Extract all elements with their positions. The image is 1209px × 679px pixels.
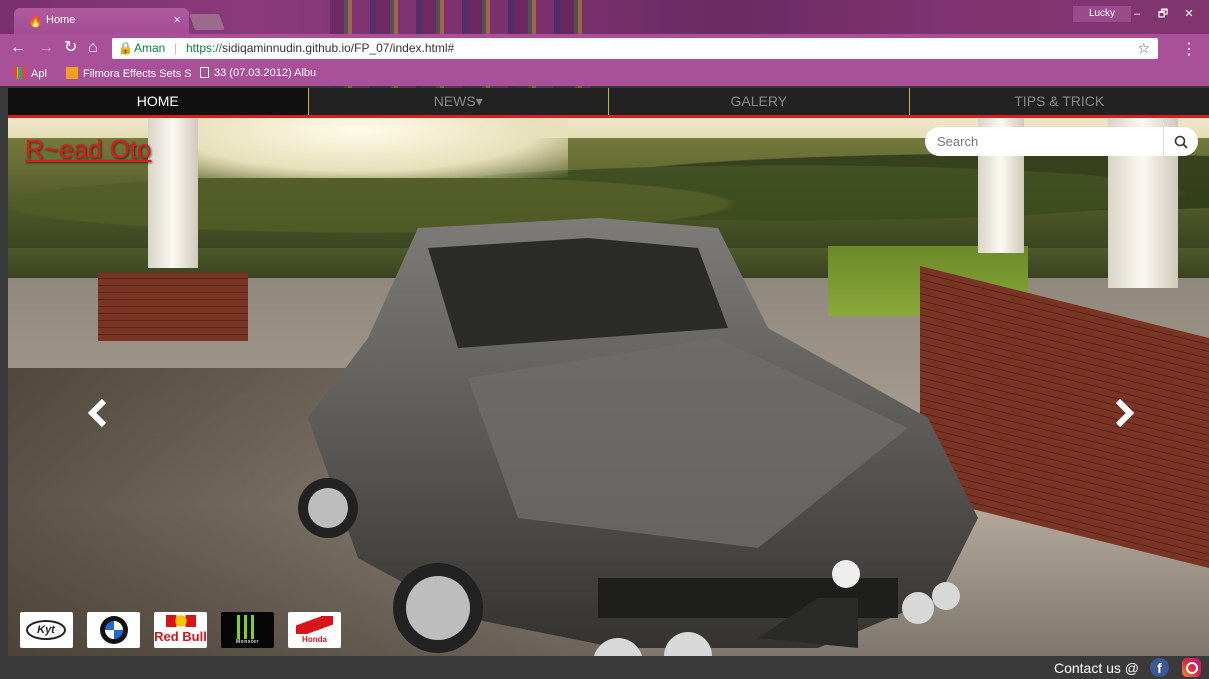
nav-tips-trick[interactable]: TIPS & TRICK <box>908 88 1209 115</box>
sponsor-logo-monster[interactable]: Monster <box>221 612 274 648</box>
window-controls: – 🗗 ✕ <box>1127 6 1199 22</box>
sponsor-text: Red Bull <box>154 629 207 644</box>
nav-galery[interactable]: GALERY <box>608 88 909 115</box>
facebook-icon[interactable]: f <box>1150 658 1169 677</box>
nav-news[interactable]: NEWS▾ <box>307 88 609 115</box>
car-image <box>298 218 978 656</box>
profile-badge[interactable]: Lucky <box>1073 6 1131 22</box>
new-tab-button[interactable] <box>189 14 225 30</box>
search-input[interactable] <box>925 127 1155 156</box>
sponsor-text: Honda <box>302 635 327 644</box>
sponsor-text: Monster <box>236 639 259 645</box>
bookmark-apps[interactable]: Apl <box>14 67 47 80</box>
forward-arrow-icon[interactable]: → <box>38 38 54 58</box>
bookmarks-bar: Apl Filmora Effects Sets S 33 (07.03.201… <box>0 62 1209 86</box>
sponsor-logo-redbull[interactable]: Red Bull <box>154 612 207 648</box>
search-icon <box>1174 135 1188 149</box>
bookmark-label: 33 (07.03.2012) Albu <box>214 67 317 79</box>
star-icon[interactable]: ☆ <box>1137 38 1150 59</box>
browser-tab-strip: 🔥 Home × Lucky – 🗗 ✕ <box>0 0 1209 90</box>
browser-toolbar: ← → ↻ ⌂ 🔒 Aman | https://sidiqaminnudin.… <box>0 34 1209 62</box>
site-brand[interactable]: R~ead Oto <box>25 134 151 165</box>
bookmark-label: Apl <box>31 68 47 80</box>
hero-carousel: R~ead Oto Kyt Red Bull Monste <box>8 118 1209 656</box>
url-text: https://sidiqaminnudin.github.io/FP_07/i… <box>186 38 454 59</box>
apps-grid-icon <box>14 67 26 79</box>
sponsor-text: Kyt <box>26 620 66 640</box>
filmora-icon <box>66 67 78 79</box>
monster-claw-icon <box>237 615 257 639</box>
url-separator: | <box>174 41 178 55</box>
site-footer: Contact us @ f <box>8 656 1209 679</box>
tab-close-icon[interactable]: × <box>173 12 181 27</box>
back-arrow-icon[interactable]: ← <box>10 38 26 58</box>
url-scheme: https:// <box>186 41 223 55</box>
bmw-roundel-icon <box>100 616 128 644</box>
instagram-icon[interactable] <box>1182 658 1201 677</box>
left-brick-base <box>98 273 248 341</box>
honda-wing-icon <box>296 616 333 634</box>
page-icon <box>200 67 209 78</box>
minimize-button[interactable]: – <box>1127 6 1147 22</box>
restore-button[interactable]: 🗗 <box>1153 6 1173 22</box>
close-window-button[interactable]: ✕ <box>1179 6 1199 22</box>
search-box <box>925 127 1198 156</box>
sponsor-logo-kyt[interactable]: Kyt <box>20 612 73 648</box>
address-bar[interactable]: 🔒 Aman | https://sidiqaminnudin.github.i… <box>112 38 1158 59</box>
bookmark-label: Filmora Effects Sets S <box>83 68 192 80</box>
sponsor-logo-bmw[interactable] <box>87 612 140 648</box>
sponsor-logo-honda[interactable]: Honda <box>288 612 341 648</box>
site-navbar: HOME NEWS▾ GALERY TIPS & TRICK <box>8 88 1209 118</box>
contact-text: Contact us @ <box>1053 660 1139 676</box>
chevron-left-icon[interactable] <box>86 398 110 428</box>
home-icon[interactable]: ⌂ <box>88 38 98 58</box>
chevron-right-icon[interactable] <box>1112 398 1136 428</box>
background-sky <box>148 118 568 178</box>
reload-icon[interactable]: ↻ <box>64 38 77 58</box>
search-button[interactable] <box>1163 127 1198 156</box>
redbull-bulls-icon <box>166 615 196 627</box>
secure-label: Aman <box>134 41 166 55</box>
sponsor-logos: Kyt Red Bull Monster Honda <box>20 612 341 648</box>
bookmark-filmora[interactable]: Filmora Effects Sets S <box>66 67 192 80</box>
browser-tab-home[interactable]: 🔥 Home × <box>14 8 189 34</box>
lock-icon: 🔒 <box>118 41 133 55</box>
bookmark-album[interactable]: 33 (07.03.2012) Albu <box>200 67 316 79</box>
left-pillar <box>148 118 198 268</box>
url-path: sidiqaminnudin.github.io/FP_07/index.htm… <box>222 41 455 55</box>
nav-home[interactable]: HOME <box>8 88 308 115</box>
tab-title: Home <box>46 14 76 26</box>
kebab-menu-icon[interactable]: ⋮ <box>1181 39 1197 59</box>
flame-favicon: 🔥 <box>28 14 43 28</box>
